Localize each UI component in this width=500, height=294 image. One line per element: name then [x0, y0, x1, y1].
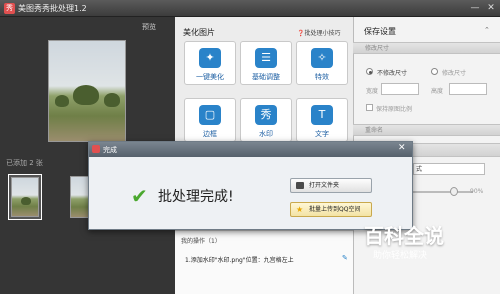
watermark-subtitle: 助你轻松解决 [373, 251, 428, 261]
open-folder-button[interactable]: 打开文件夹 [290, 178, 372, 193]
quality-slider[interactable] [413, 191, 473, 193]
edit-icon[interactable]: ✎ [342, 254, 348, 262]
dialog-close-icon[interactable]: ✕ [398, 143, 406, 153]
radio-keep-size[interactable] [366, 68, 373, 75]
upload-qzone-button[interactable]: ★ 批量上传到QQ空间 [290, 202, 372, 217]
dialog-title: 完成 [103, 146, 117, 154]
resize-header[interactable]: 修改尺寸 [353, 42, 500, 54]
completion-message: 批处理完成! [158, 189, 234, 205]
section-title: 美化图片 [183, 28, 215, 37]
frame-icon: ▢ [199, 105, 221, 125]
tool-effects[interactable]: ✧ 特效 [296, 41, 348, 85]
height-label: 高度 [431, 88, 444, 95]
operations-title: 我的操作（1） [181, 238, 221, 245]
checkmark-icon: ✔ [131, 184, 148, 208]
star-icon: ★ [296, 205, 304, 214]
keep-size-label: 不修改尺寸 [377, 70, 408, 77]
sliders-icon: ☰ [255, 48, 277, 68]
change-size-label: 修改尺寸 [442, 70, 467, 77]
format-select[interactable]: 式 [413, 163, 485, 175]
window-title: 美图秀秀批处理1.2 [18, 4, 87, 13]
thumbnail-selected[interactable] [8, 174, 42, 220]
minimize-button[interactable]: — [468, 2, 482, 14]
text-icon: T [311, 105, 333, 125]
collapse-icon[interactable]: ⌃ [484, 26, 490, 34]
keep-ratio-label: 保持原图比例 [376, 106, 413, 113]
dialog-app-icon [92, 145, 100, 153]
operation-item[interactable]: 1.添加水印"水印.png"位置：九宫格左上 [185, 255, 294, 264]
save-settings-title: 保存设置 [364, 27, 396, 36]
rename-header[interactable]: 重命名 [353, 124, 500, 136]
tool-text[interactable]: T 文字 [296, 98, 348, 142]
folder-icon [296, 182, 304, 189]
preview-label[interactable]: 预览 [142, 22, 156, 32]
dialog-titlebar [89, 142, 412, 157]
quality-value: 90% [470, 188, 484, 195]
tips-link[interactable]: ❓批处理小技巧 [297, 28, 341, 37]
tool-watermark[interactable]: 秀水印 [240, 98, 292, 142]
close-button[interactable]: ✕ [484, 2, 498, 14]
tool-basic-adjust[interactable]: ☰ 基础调整 [240, 41, 292, 85]
thumbnail[interactable] [70, 176, 90, 218]
wand-icon: ✧ [311, 48, 333, 68]
watermark-icon: 秀 [255, 105, 277, 125]
width-input[interactable] [381, 83, 419, 95]
width-label: 宽度 [366, 88, 379, 95]
app-icon: 秀 [4, 3, 15, 14]
tool-border[interactable]: ▢ 边框 [184, 98, 236, 142]
watermark-title: 百科全说 [364, 224, 444, 248]
preview-image [48, 40, 126, 142]
radio-change-size[interactable] [431, 68, 438, 75]
added-count: 已添加 2 张 [6, 159, 43, 167]
tool-auto-beautify[interactable]: ✦ 一键美化 [184, 41, 236, 85]
magic-icon: ✦ [199, 48, 221, 68]
height-input[interactable] [449, 83, 487, 95]
quality-slider-handle[interactable] [450, 187, 458, 196]
keep-ratio-checkbox[interactable] [366, 104, 373, 111]
